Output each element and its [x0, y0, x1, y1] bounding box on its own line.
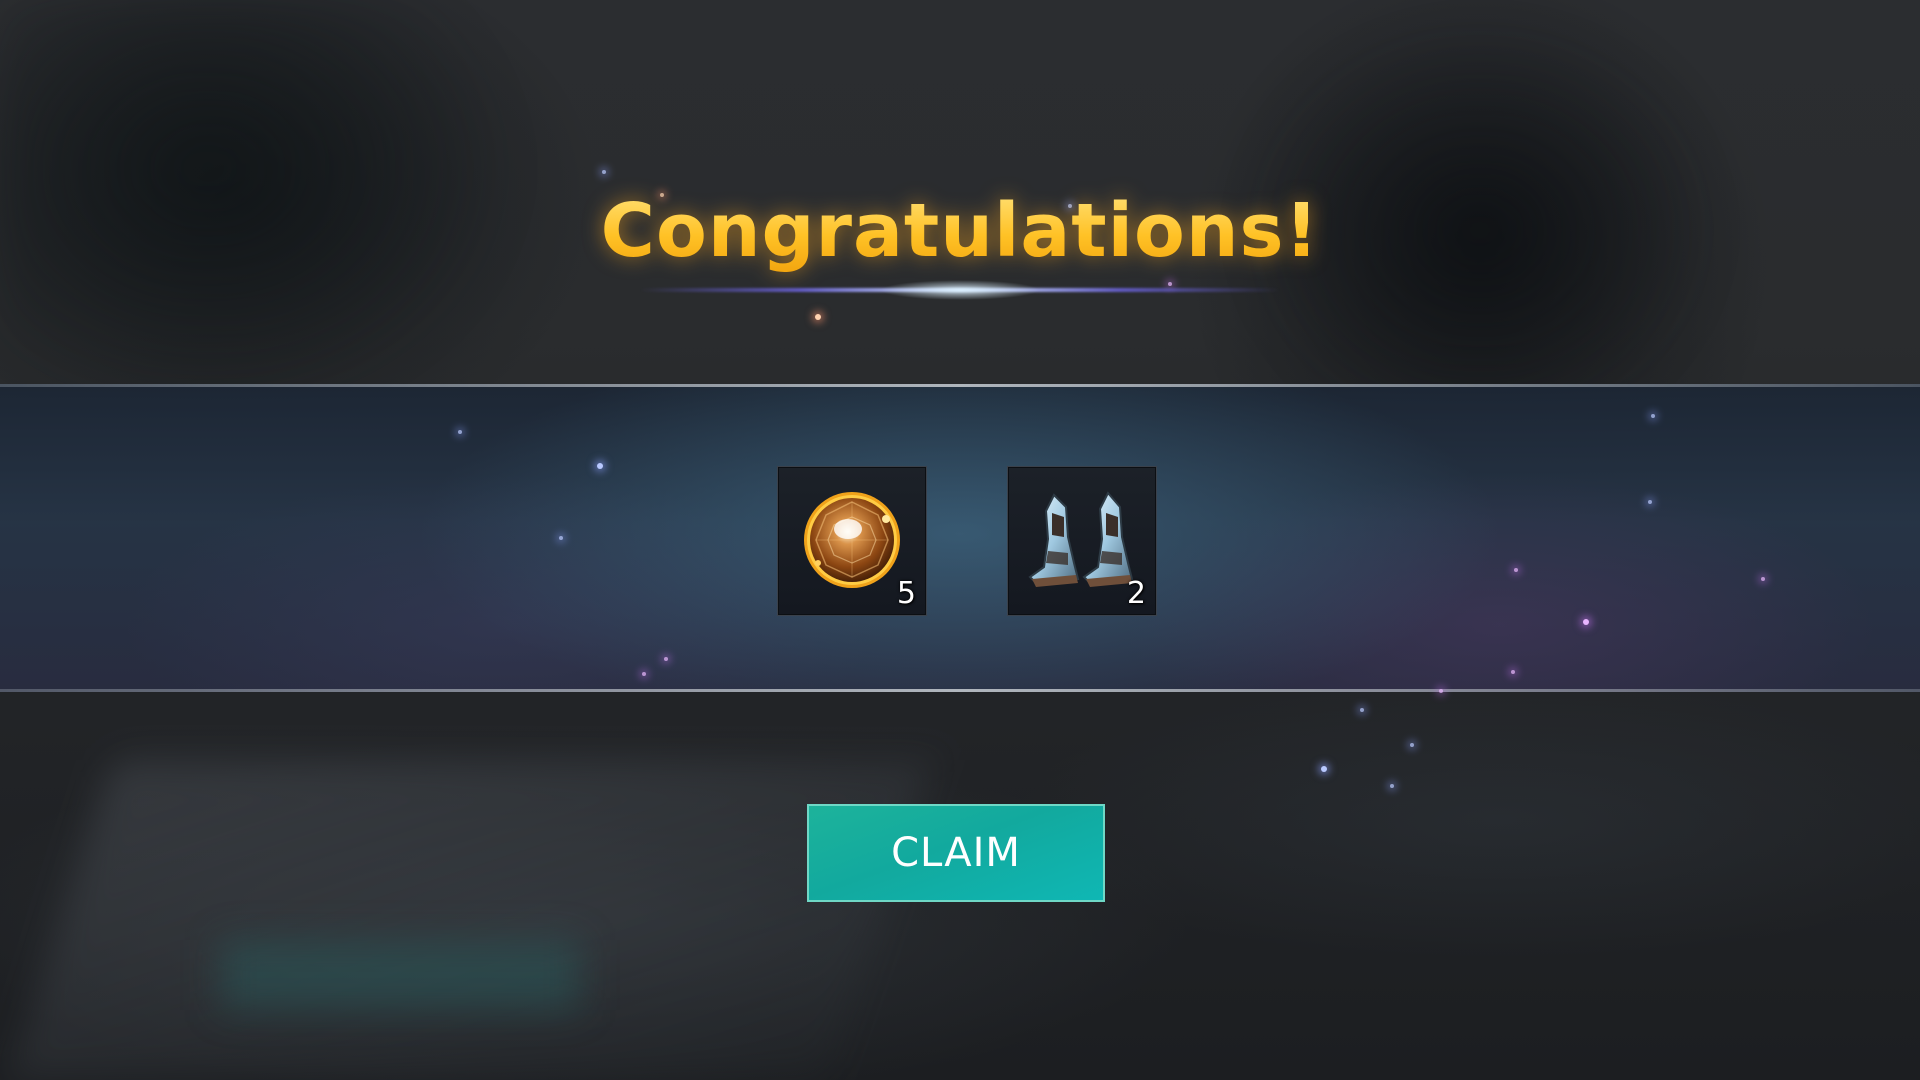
sparkle-effect [1410, 743, 1414, 747]
sparkle-effect [602, 170, 606, 174]
sparkle-effect [1761, 577, 1765, 581]
sparkle-effect [642, 672, 646, 676]
claim-button-label: CLAIM [891, 830, 1021, 876]
claim-button[interactable]: CLAIM [807, 804, 1105, 902]
sparkle-effect [1514, 568, 1518, 572]
reward-slot-armored-boots[interactable]: 2 [1007, 466, 1157, 616]
reward-screen: Congratulations! 5 2 CLAIM [0, 0, 1920, 1080]
sparkle-effect [1390, 784, 1394, 788]
reward-band [0, 384, 1920, 692]
title-underline-flare [640, 280, 1280, 300]
sparkle-effect [1651, 414, 1655, 418]
sparkle-effect [1648, 500, 1652, 504]
background-road [8, 760, 932, 1080]
reward-quantity: 5 [896, 576, 916, 611]
sparkle-effect [559, 536, 563, 540]
sparkle-effect [815, 314, 821, 320]
sparkle-effect [458, 430, 462, 434]
congratulations-title: Congratulations! [0, 188, 1920, 274]
sparkle-effect [1360, 708, 1364, 712]
background-highlight [220, 940, 580, 1010]
sparkle-effect [664, 657, 668, 661]
sparkle-effect [1321, 766, 1327, 772]
sparkle-effect [1511, 670, 1515, 674]
sparkle-effect [597, 463, 603, 469]
reward-slot-amber-gem[interactable]: 5 [777, 466, 927, 616]
band-top-edge [0, 384, 1920, 387]
band-bottom-edge [0, 689, 1920, 692]
reward-quantity: 2 [1126, 576, 1146, 611]
sparkle-effect [1439, 689, 1443, 693]
sparkle-effect [1583, 619, 1589, 625]
